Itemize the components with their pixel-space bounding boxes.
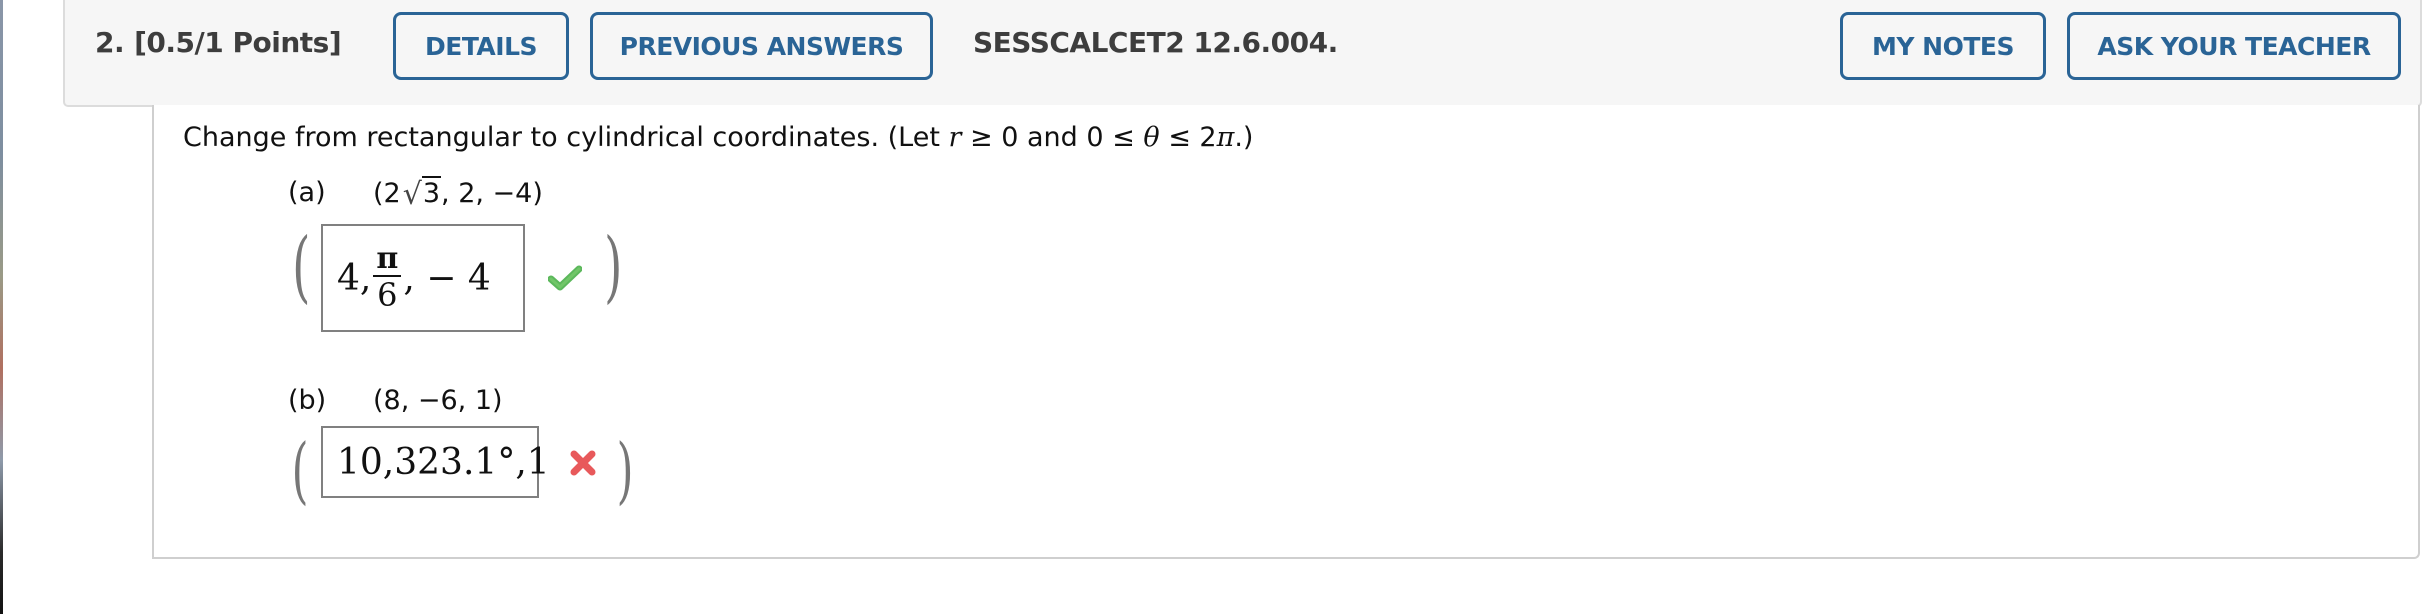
points-label: [0.5/1 Points] <box>134 26 342 59</box>
prompt-text: .) <box>1234 122 1254 153</box>
point-text: (2 <box>373 178 401 209</box>
part-b-point: (8, −6, 1) <box>373 385 503 416</box>
fraction-numerator: π <box>373 243 402 277</box>
answer-z: , − 4 <box>403 257 491 299</box>
close-paren: ) <box>616 428 634 512</box>
prompt-text: ≥ 0 and 0 ≤ <box>961 122 1144 153</box>
question-points: 2. [0.5/1 Points] <box>95 26 342 59</box>
part-a-point: (2√3, 2, −4) <box>373 176 543 212</box>
ask-your-teacher-button[interactable]: ASK YOUR TEACHER <box>2067 12 2401 80</box>
part-b-answer-input[interactable]: 10,323.1°,1 <box>321 426 550 498</box>
checkmark-icon <box>548 265 582 291</box>
part-a-answer-input[interactable]: 4, π 6 , − 4 <box>321 224 525 332</box>
my-notes-button[interactable]: MY NOTES <box>1840 12 2046 80</box>
open-paren: ( <box>291 428 309 512</box>
radical-sign-icon: √ <box>402 177 422 212</box>
details-button[interactable]: DETAILS <box>393 12 569 80</box>
prompt-text: ≤ 2 <box>1159 122 1217 153</box>
answer-r: 4, <box>337 257 372 299</box>
question-body: Change from rectangular to cylindrical c… <box>152 105 2420 559</box>
answer-theta-fraction: π 6 <box>373 243 402 314</box>
open-paren: ( <box>292 222 311 312</box>
question-header: 2. [0.5/1 Points] DETAILS PREVIOUS ANSWER… <box>63 0 2422 107</box>
part-a-label: (a) <box>288 177 326 208</box>
question-prompt: Change from rectangular to cylindrical c… <box>183 122 1253 153</box>
prompt-var-theta: θ <box>1143 122 1160 153</box>
question-number: 2. <box>95 26 125 59</box>
part-b-label: (b) <box>288 385 327 416</box>
prompt-var-pi: π <box>1216 122 1235 153</box>
cross-icon <box>570 450 596 476</box>
prompt-text: Change from rectangular to cylindrical c… <box>183 122 949 153</box>
prompt-var-r: r <box>948 122 962 153</box>
radicand: 3 <box>421 176 442 209</box>
previous-answers-button[interactable]: PREVIOUS ANSWERS <box>590 12 933 80</box>
point-text: , 2, −4) <box>441 178 543 209</box>
close-paren: ) <box>604 222 623 312</box>
question-code: SESSCALCET2 12.6.004. <box>973 26 1338 59</box>
desktop-edge <box>0 0 3 614</box>
sqrt-expression: √3 <box>401 176 442 212</box>
fraction-denominator: 6 <box>377 276 398 314</box>
